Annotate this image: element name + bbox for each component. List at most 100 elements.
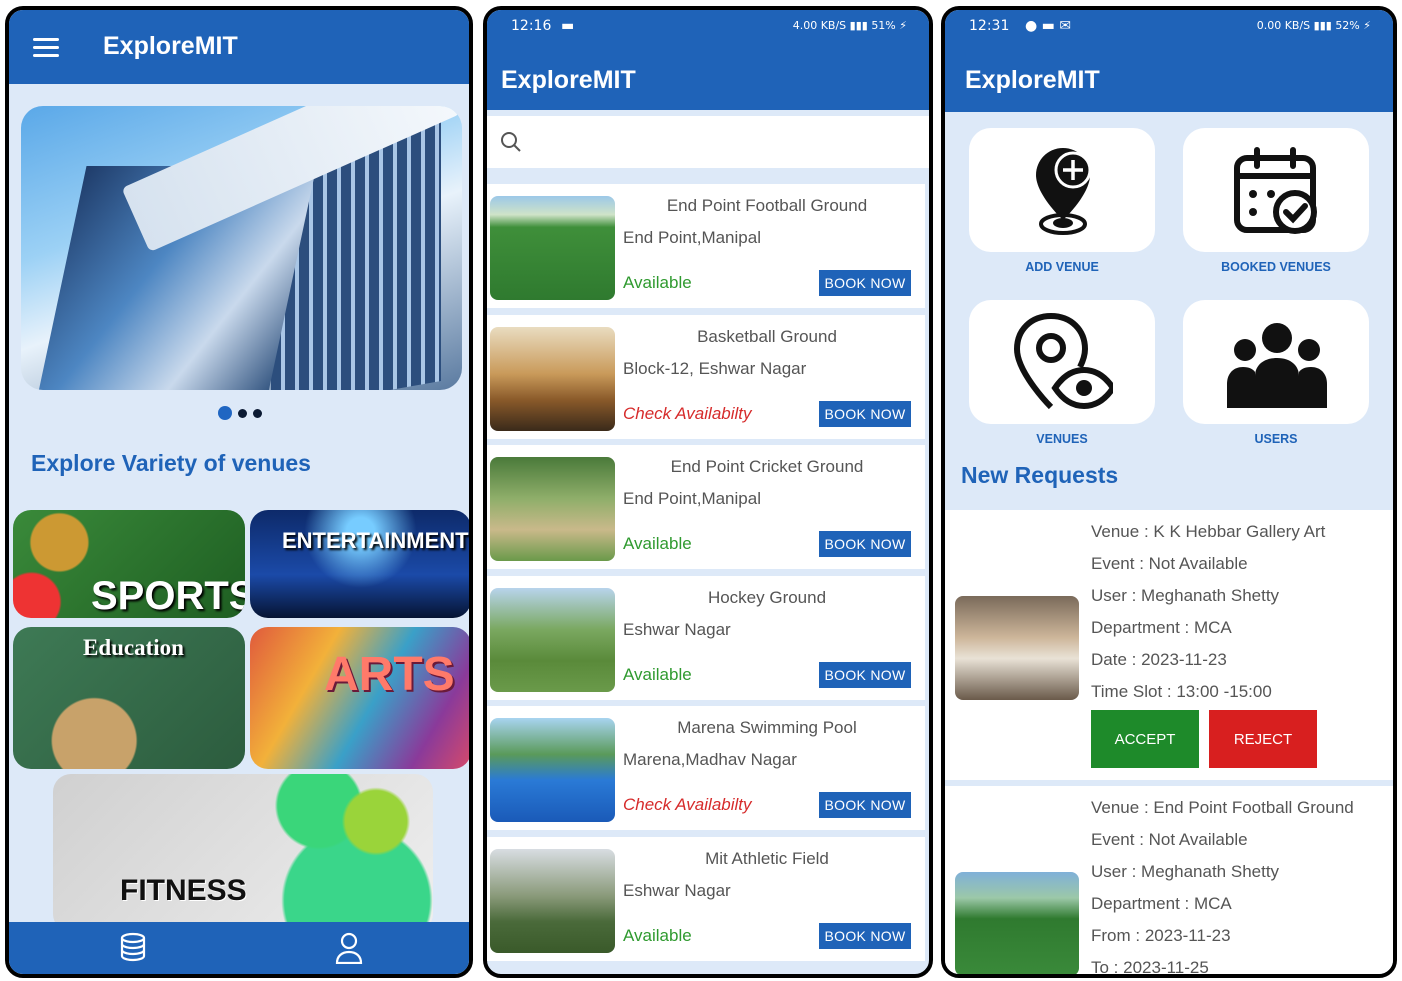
venue-location: Marena,Madhav Nagar — [623, 750, 797, 770]
database-icon[interactable] — [119, 932, 147, 966]
search-bar[interactable] — [487, 116, 929, 168]
section-title: Explore Variety of venues — [31, 450, 311, 476]
book-now-button[interactable]: BOOK NOW — [819, 661, 911, 688]
category-entertainment[interactable]: ENTERTAINMENT — [250, 510, 469, 618]
new-requests-title: New Requests — [961, 462, 1119, 488]
venue-thumbnail — [490, 457, 615, 562]
users-tile[interactable] — [1183, 300, 1369, 424]
request-venue: Venue : End Point Football Ground — [1091, 798, 1354, 817]
location-view-icon — [1013, 313, 1113, 410]
venue-status: Check Availabilty — [623, 795, 752, 815]
venue-name: End Point Cricket Ground — [670, 457, 864, 477]
add-venue-tile[interactable] — [969, 128, 1155, 252]
category-label: FITNESS — [120, 874, 247, 907]
status-bar: 12:31 ● ▬ ✉ 0.00 KB/S ▮▮▮ 52% ⚡ — [945, 10, 1393, 46]
category-label: ENTERTAINMENT — [282, 528, 469, 553]
request-card: Venue : End Point Football Ground Event … — [945, 786, 1393, 977]
app-title: ExploreMIT — [965, 66, 1100, 94]
phone-home-screen: ExploreMIT Explore Variety of venues SPO… — [5, 6, 473, 978]
venue-thumbnail — [490, 196, 615, 300]
venue-name: Basketball Ground — [697, 326, 837, 346]
battery-level: 52% — [1335, 19, 1360, 32]
book-now-button[interactable]: BOOK NOW — [819, 792, 911, 819]
venue-name: Marena Swimming Pool — [677, 718, 857, 738]
venue-location: Block-12, Eshwar Nagar — [623, 358, 807, 378]
carousel-dot[interactable] — [253, 408, 262, 418]
request-venue: Venue : K K Hebbar Gallery Art — [1091, 522, 1326, 541]
venue-card[interactable]: End Point Football Ground End Point,Manip… — [487, 184, 925, 308]
venue-thumbnail — [955, 872, 1079, 974]
category-sports[interactable]: SPORTS — [13, 510, 245, 618]
book-now-button[interactable]: BOOK NOW — [819, 270, 911, 296]
category-label: SPORTS — [91, 574, 245, 618]
venue-thumbnail — [490, 718, 615, 823]
app-bar: ExploreMIT — [9, 10, 469, 84]
venue-card[interactable]: Hockey Ground Eshwar Nagar Available BOOK N… — [487, 575, 925, 700]
charging-icon: ⚡ — [899, 19, 907, 32]
calendar-check-icon — [1234, 147, 1317, 234]
request-from-date: From : 2023-11-23 — [1091, 926, 1231, 945]
request-user: User : Meghanath Shetty — [1091, 586, 1280, 605]
app-title: ExploreMIT — [501, 66, 636, 94]
reject-button[interactable]: REJECT — [1209, 710, 1317, 768]
search-input[interactable] — [533, 126, 913, 158]
venue-status: Available — [623, 273, 692, 292]
phone-venue-list-screen: 12:16 ▬ 4.00 KB/S ▮▮▮ 51% ⚡ ExploreMIT E… — [483, 6, 933, 978]
network-speed: 4.00 KB/S — [792, 19, 847, 32]
category-fitness[interactable]: FITNESS — [53, 774, 433, 932]
app-bar: 12:16 ▬ 4.00 KB/S ▮▮▮ 51% ⚡ ExploreMIT — [487, 10, 929, 110]
battery-level: 51% — [871, 19, 896, 32]
status-bar: 12:16 ▬ 4.00 KB/S ▮▮▮ 51% ⚡ — [487, 10, 929, 46]
request-user: User : Meghanath Shetty — [1091, 862, 1280, 881]
hero-carousel-image[interactable] — [21, 106, 462, 390]
category-arts[interactable]: ARTS — [250, 627, 469, 769]
venue-status: Check Availabilty — [623, 403, 752, 423]
booked-venues-tile[interactable] — [1183, 128, 1369, 252]
venue-thumbnail — [490, 587, 615, 692]
signal-icon: ▮▮▮ — [1313, 19, 1336, 32]
venue-card[interactable]: Marena Swimming Pool Marena,Madhav Nagar C… — [487, 706, 925, 831]
request-time-slot: Time Slot : 13:00 -15:00 — [1091, 682, 1272, 701]
category-label: Education — [83, 635, 184, 660]
menu-icon[interactable] — [33, 38, 59, 58]
carousel-dot-active[interactable] — [218, 406, 232, 420]
venue-thumbnail — [955, 596, 1079, 700]
app-bar: 12:31 ● ▬ ✉ 0.00 KB/S ▮▮▮ 52% ⚡ ExploreM… — [945, 10, 1393, 112]
venue-card[interactable]: Basketball Ground Block-12, Eshwar Nagar C… — [487, 314, 925, 439]
category-education[interactable]: Education — [13, 627, 245, 769]
book-now-button[interactable]: BOOK NOW — [819, 400, 911, 427]
book-now-button[interactable]: BOOK NOW — [819, 531, 911, 558]
venue-location: End Point,Manipal — [623, 228, 761, 247]
venue-status: Available — [623, 664, 692, 684]
venue-thumbnail — [490, 326, 615, 431]
request-event: Event : Not Available — [1091, 554, 1248, 573]
status-time: 12:31 — [969, 18, 1010, 34]
carousel-indicator[interactable] — [218, 406, 262, 420]
request-to-date: To : 2023-11-25 — [1091, 958, 1209, 977]
category-label: ARTS — [324, 648, 455, 701]
search-icon[interactable] — [499, 130, 523, 158]
venue-status: Available — [623, 926, 692, 945]
venue-card[interactable]: End Point Cricket Ground End Point,Manipa… — [487, 445, 925, 570]
users-label: USERS — [1254, 432, 1298, 446]
request-department: Department : MCA — [1091, 618, 1232, 637]
request-event: Event : Not Available — [1091, 830, 1248, 849]
carousel-dot[interactable] — [238, 408, 247, 418]
venue-card[interactable]: Mit Athletic Field Eshwar Nagar Available… — [487, 837, 925, 961]
venue-name: End Point Football Ground — [666, 196, 868, 215]
book-now-button[interactable]: BOOK NOW — [819, 923, 911, 949]
venue-location: Eshwar Nagar — [623, 881, 731, 900]
notification-icon: ● ▬ ✉ — [1025, 18, 1072, 34]
accept-button[interactable]: ACCEPT — [1091, 710, 1199, 768]
status-indicators: 0.00 KB/S ▮▮▮ 52% ⚡ — [1257, 19, 1371, 32]
add-venue-label: ADD VENUE — [1025, 260, 1099, 274]
users-group-icon — [1227, 323, 1327, 408]
add-location-icon — [1036, 148, 1092, 235]
venue-location: Eshwar Nagar — [623, 619, 731, 639]
booked-venues-label: BOOKED VENUES — [1221, 260, 1331, 274]
venues-tile[interactable] — [969, 300, 1155, 424]
venue-thumbnail — [490, 849, 615, 953]
network-speed: 0.00 KB/S — [1256, 19, 1311, 32]
user-icon[interactable] — [335, 932, 363, 968]
status-time: 12:16 — [511, 18, 552, 34]
